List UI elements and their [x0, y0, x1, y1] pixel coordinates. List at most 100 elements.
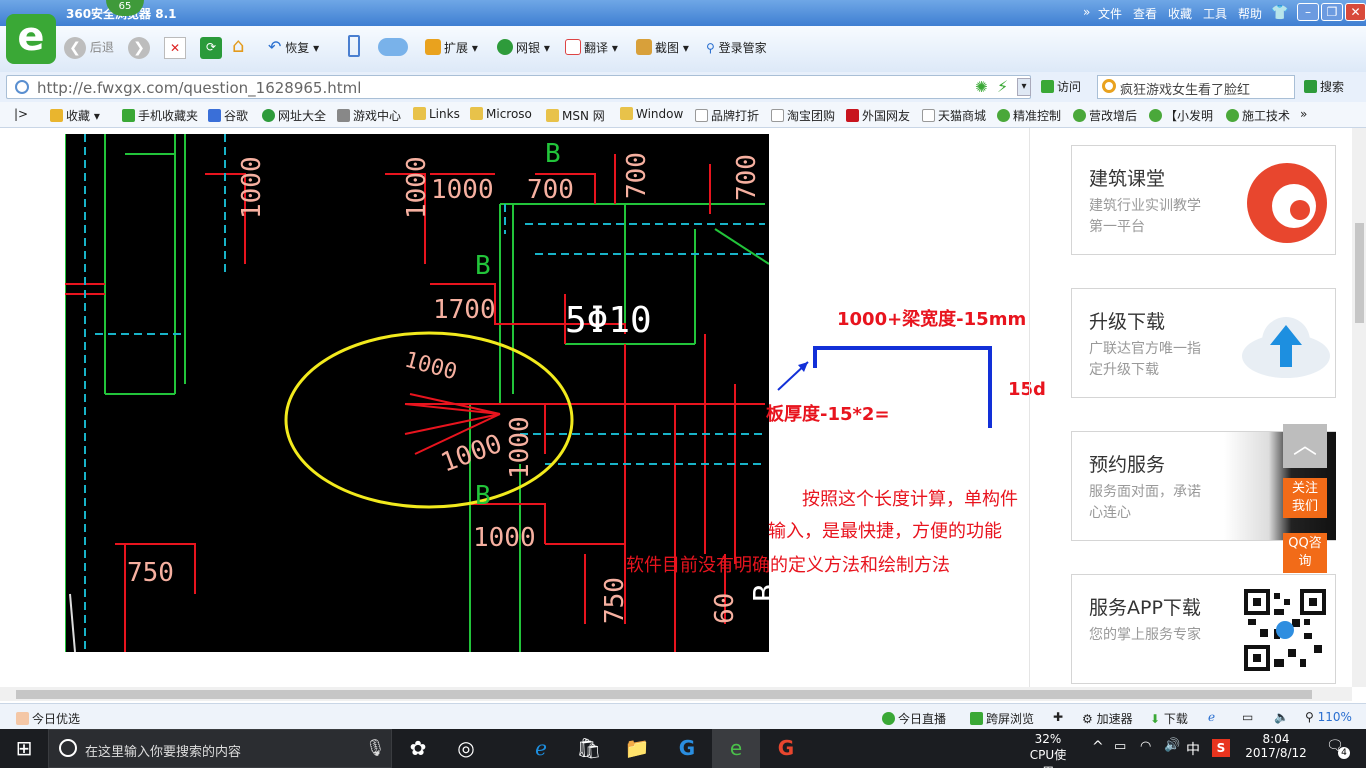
speaker-icon[interactable]: 🔊	[1164, 738, 1180, 753]
ie-icon[interactable]: ℯ	[1208, 710, 1215, 724]
menu-help[interactable]: 帮助	[1238, 5, 1262, 22]
cross-screen-link[interactable]: 跨屏浏览	[970, 710, 1034, 727]
status-bar: 今日优选 今日直播 跨屏浏览 ✚ ⚙ 加速器 ⬇ 下载 ℯ ▭ 🔈 ⚲ 110%	[0, 703, 1366, 729]
bookmark-item[interactable]: Links	[413, 107, 460, 121]
bookmark-item[interactable]: 施工技术	[1226, 107, 1290, 124]
menu-tools[interactable]: 工具	[1203, 5, 1227, 22]
bookmark-item[interactable]: 网址大全	[262, 107, 326, 124]
bookmark-item[interactable]: 收藏 ▾	[50, 107, 100, 124]
cloud-upload-icon	[1242, 317, 1330, 378]
app-spiral-icon[interactable]: ◎	[442, 729, 490, 768]
card-building-class[interactable]: 建筑课堂 建筑行业实训教学第一平台	[1071, 145, 1336, 255]
maximize-button[interactable]: ❐	[1321, 3, 1343, 21]
sidebar-toggle-icon[interactable]: |>	[14, 107, 28, 121]
bookmark-item[interactable]: 天猫商城	[922, 107, 986, 124]
scissors-icon	[636, 39, 652, 55]
bookmark-item[interactable]: MSN 网	[546, 107, 605, 124]
search-input[interactable]: 疯狂游戏女生看了脸红	[1097, 75, 1295, 99]
task-view-icon[interactable]: ✿	[394, 729, 442, 768]
bookmark-item[interactable]: 手机收藏夹	[122, 107, 198, 124]
horizontal-scrollbar[interactable]	[0, 687, 1352, 701]
speed-icon[interactable]: ⚡	[997, 77, 1008, 96]
today-picks-link[interactable]: 今日优选	[16, 710, 80, 727]
cloud-icon[interactable]	[378, 38, 408, 56]
zoom-control[interactable]: ⚲ 110%	[1305, 710, 1352, 724]
screenshot-button[interactable]: 截图 ▾	[636, 38, 689, 58]
visit-button[interactable]: 访问	[1041, 78, 1081, 95]
cad-label: 5Φ10	[565, 300, 652, 341]
back-to-top-button[interactable]: ︿	[1283, 424, 1327, 468]
plugin-icon[interactable]: ✚	[1053, 710, 1063, 724]
cad-label: 60	[710, 593, 740, 624]
bookmark-item[interactable]: 外国网友	[846, 107, 910, 124]
netbank-button[interactable]: 网银 ▾	[497, 38, 550, 58]
bookmark-item[interactable]: 谷歌	[208, 107, 248, 124]
stop-icon[interactable]: ✕	[164, 37, 186, 59]
skin-icon[interactable]: 👕	[1271, 5, 1288, 21]
follow-us-button[interactable]: 关注我们	[1283, 478, 1327, 518]
accelerator-link[interactable]: ⚙ 加速器	[1082, 710, 1133, 727]
page-icon	[15, 80, 29, 94]
bookmark-item[interactable]: 精准控制	[997, 107, 1061, 124]
clock[interactable]: 8:04 2017/8/12	[1240, 732, 1312, 760]
bookmark-item[interactable]: 品牌打折	[695, 107, 759, 124]
menu-chevron-icon[interactable]: »	[1083, 5, 1090, 19]
glodon-app-icon[interactable]: G	[762, 729, 810, 768]
scroll-thumb[interactable]	[16, 690, 1312, 699]
menu-file[interactable]: 文件	[1098, 5, 1122, 22]
taskbar-search-input[interactable]: 在这里输入你要搜索的内容 🎙	[48, 729, 392, 768]
store-icon[interactable]: 🛍	[565, 729, 613, 768]
wifi-icon[interactable]: ◠	[1140, 739, 1151, 754]
browser-360-icon[interactable]: e	[712, 729, 760, 768]
explorer-icon[interactable]: 📁	[613, 729, 661, 768]
window-icon[interactable]: ▭	[1242, 710, 1253, 724]
download-link[interactable]: ⬇ 下载	[1150, 710, 1188, 727]
sogou-icon[interactable]: S	[1212, 739, 1230, 757]
more-bookmarks-icon[interactable]: »	[1300, 107, 1307, 121]
bookmark-item[interactable]: 淘宝团购	[771, 107, 835, 124]
spin-icon[interactable]: ✺	[975, 78, 988, 96]
bookmark-item[interactable]: 【小发明	[1149, 107, 1213, 124]
live-link[interactable]: 今日直播	[882, 710, 946, 727]
url-text[interactable]: http://e.fwxgx.com/question_1628965.html	[37, 79, 361, 97]
bookmark-item[interactable]: Microso	[470, 107, 532, 121]
ime-indicator[interactable]: 中	[1186, 739, 1200, 759]
gamepad-icon	[337, 109, 350, 122]
translate-button[interactable]: 翻译 ▾	[565, 38, 618, 58]
bookmark-item[interactable]: 营改增后	[1073, 107, 1137, 124]
dropdown-icon[interactable]: ▾	[1017, 78, 1031, 96]
minimize-button[interactable]: –	[1297, 3, 1319, 21]
qq-consult-button[interactable]: QQ咨询	[1283, 533, 1327, 573]
menu-favorites[interactable]: 收藏	[1168, 5, 1192, 22]
card-upgrade-download[interactable]: 升级下载 广联达官方唯一指定升级下载	[1071, 288, 1336, 398]
menu-view[interactable]: 查看	[1133, 5, 1157, 22]
chat-icon	[1149, 109, 1162, 122]
chat-icon	[997, 109, 1010, 122]
edge-icon[interactable]: ℯ	[517, 729, 565, 768]
phone-icon[interactable]	[348, 35, 360, 57]
address-bar[interactable]: http://e.fwxgx.com/question_1628965.html…	[6, 75, 1031, 99]
restore-button[interactable]: ↶ 恢复 ▾	[268, 37, 319, 57]
close-button[interactable]: ✕	[1345, 3, 1366, 21]
forward-button[interactable]: ❯	[128, 37, 150, 59]
vertical-scrollbar[interactable]	[1352, 128, 1366, 687]
card-app-download[interactable]: 服务APP下载 您的掌上服务专家	[1071, 574, 1336, 684]
chevron-up-icon[interactable]: ^	[1092, 739, 1104, 755]
login-manager-button[interactable]: ⚲ 登录管家	[706, 38, 767, 58]
volume-icon[interactable]: 🔈	[1274, 710, 1289, 724]
start-button[interactable]: ⊞	[0, 729, 48, 768]
extend-button[interactable]: 扩展 ▾	[425, 38, 478, 58]
battery-icon[interactable]: ▭	[1114, 739, 1126, 754]
cpu-meter[interactable]: 32% CPU使用	[1025, 732, 1071, 780]
refresh-icon[interactable]: ⟳	[200, 37, 222, 59]
cad-label: 1000	[437, 429, 506, 479]
play-icon	[882, 712, 895, 725]
scroll-thumb[interactable]	[1355, 223, 1364, 323]
glodon-app-icon[interactable]: G	[663, 729, 711, 768]
bookmark-item[interactable]: Window	[620, 107, 683, 121]
search-button[interactable]: 搜索	[1304, 78, 1344, 95]
key-icon: ⚲	[706, 41, 715, 55]
bookmark-item[interactable]: 游戏中心	[337, 107, 401, 124]
back-button[interactable]: ❮ 后退	[64, 37, 114, 59]
home-icon[interactable]: ⌂	[232, 35, 245, 55]
